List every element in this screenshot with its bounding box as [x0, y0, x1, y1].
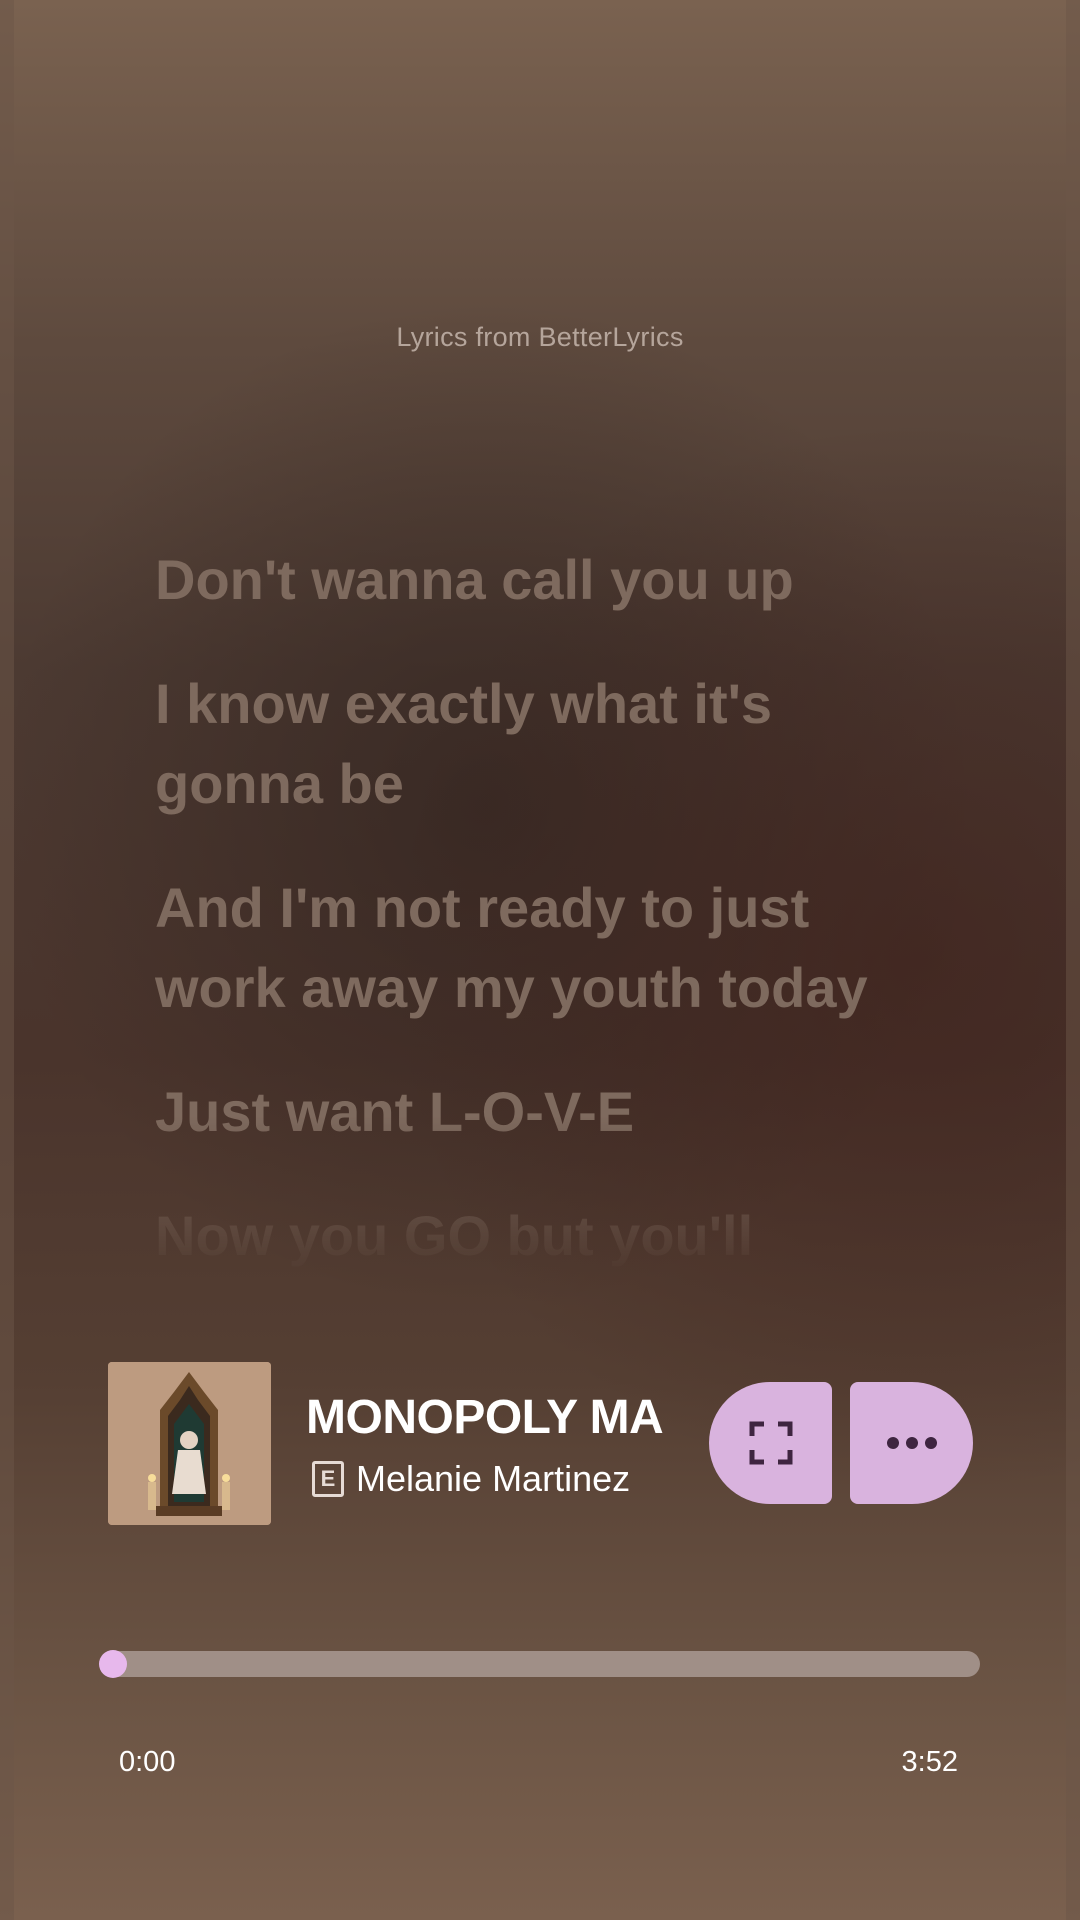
lyric-line[interactable]: I know exactly what it's gonna be: [155, 664, 915, 824]
artist-name[interactable]: Melanie Martinez: [356, 1458, 630, 1499]
frame-edge-left: [0, 0, 14, 1920]
frame-edge-right: [1066, 0, 1080, 1920]
total-time: 3:52: [901, 1746, 958, 1778]
lyric-line[interactable]: Don't wanna call you up: [155, 540, 915, 620]
explicit-badge: E: [312, 1461, 344, 1497]
fullscreen-icon: [749, 1421, 792, 1465]
now-playing-bar: MONOPOLY MA E Melanie Martinez: [108, 1362, 973, 1525]
album-art[interactable]: [108, 1362, 271, 1525]
lyrics-source-label: Lyrics from BetterLyrics: [396, 322, 684, 352]
current-time: 0:00: [119, 1746, 176, 1778]
fullscreen-button[interactable]: [709, 1382, 832, 1504]
lyric-line[interactable]: Now you GO but you'll: [155, 1196, 915, 1276]
more-options-button[interactable]: [850, 1382, 973, 1504]
seek-bar[interactable]: [99, 1650, 980, 1678]
lyric-line[interactable]: And I'm not ready to just work away my y…: [155, 868, 915, 1028]
artist-row[interactable]: E Melanie Martinez: [312, 1458, 684, 1502]
more-horizontal-icon: [886, 1437, 937, 1449]
lyric-line[interactable]: Just want L-O-V-E: [155, 1072, 915, 1152]
seek-bar-thumb[interactable]: [99, 1650, 127, 1678]
album-art-image: [108, 1362, 271, 1525]
song-title[interactable]: MONOPOLY MA: [306, 1390, 681, 1445]
lyrics-list[interactable]: Don't wanna call you up I know exactly w…: [155, 540, 915, 1340]
